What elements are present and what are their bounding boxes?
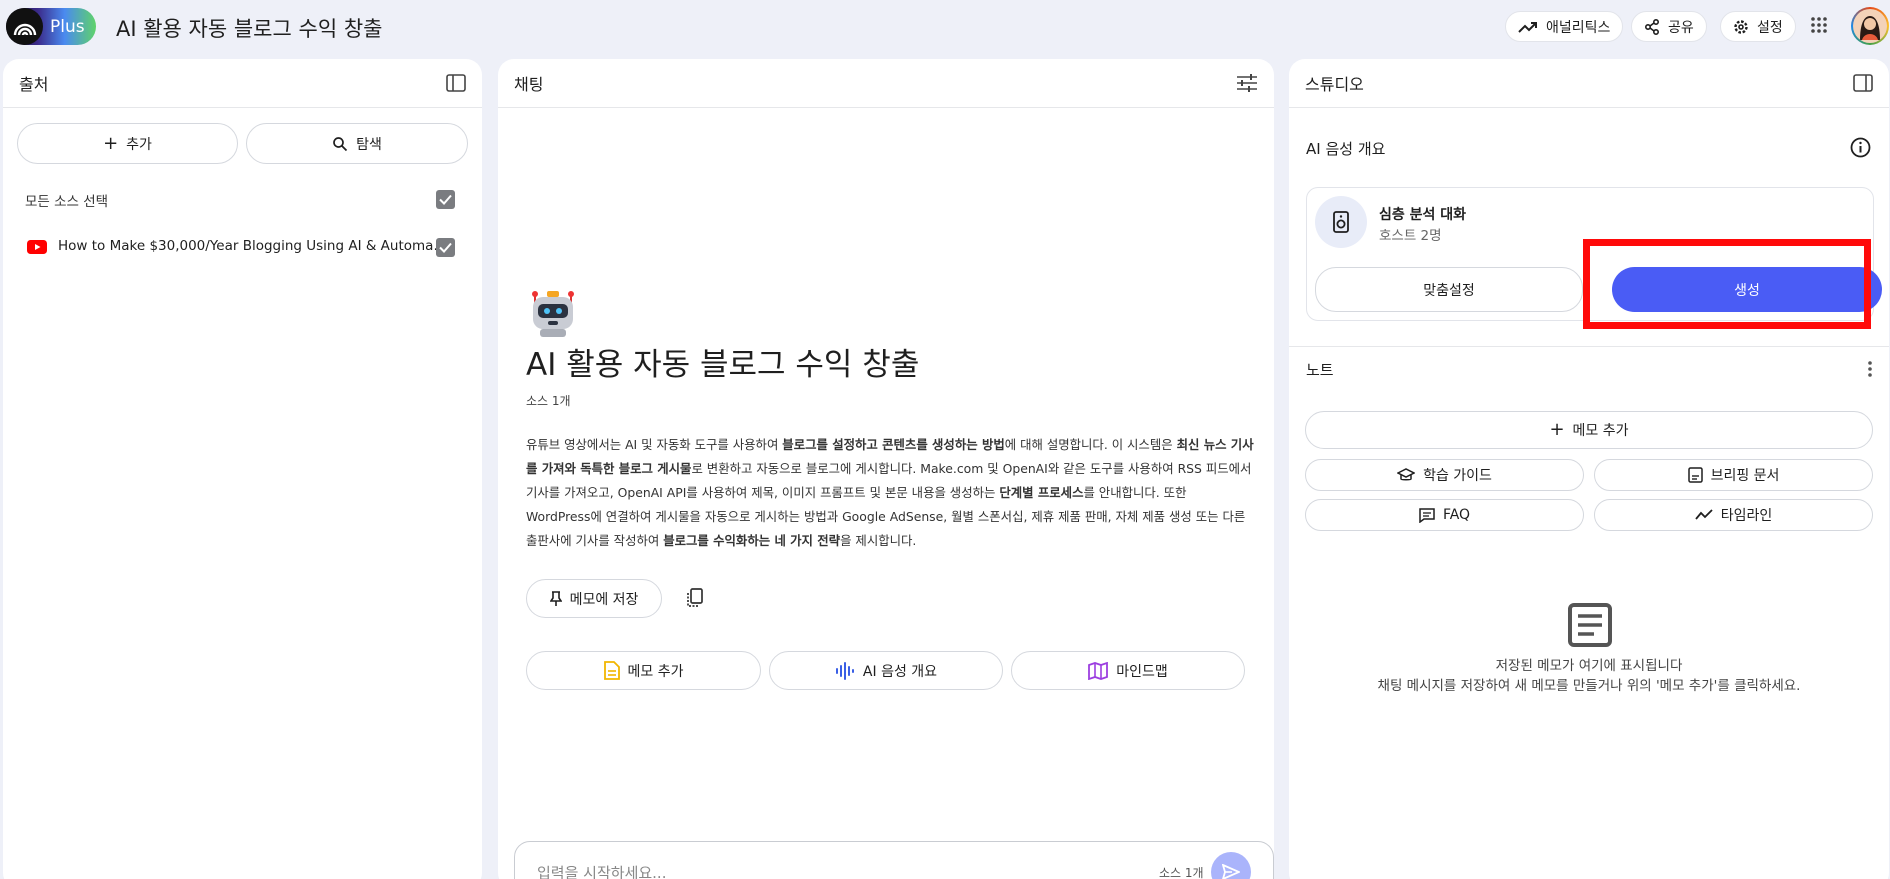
trending-up-icon	[1518, 20, 1538, 34]
save-to-note-button[interactable]: 메모에 저장	[526, 579, 662, 618]
faq-label: FAQ	[1442, 507, 1471, 523]
notebook-summary: 유튜브 영상에서는 AI 및 자동화 도구를 사용하여 블로그를 설정하고 콘텐…	[526, 433, 1254, 553]
add-memo-button[interactable]: + 메모 추가	[1305, 411, 1873, 449]
add-source-button[interactable]: + 추가	[17, 123, 238, 164]
collapse-panel-icon[interactable]	[1853, 74, 1873, 92]
card-subtitle: 호스트 2명	[1379, 228, 1442, 244]
study-guide-label: 학습 가이드	[1423, 468, 1492, 484]
sources-panel: 출처 + 추가 탐색 모든 소스 선택 How to Make $30,000/…	[3, 59, 482, 879]
plus-icon: +	[1549, 419, 1565, 440]
document-plus-icon	[1687, 467, 1703, 483]
audio-wave-icon	[835, 661, 855, 680]
user-avatar[interactable]	[1851, 7, 1889, 45]
notebook-logo-icon	[6, 8, 43, 45]
youtube-icon	[27, 240, 47, 254]
notebook-title[interactable]: AI 활용 자동 블로그 수익 창출	[116, 13, 382, 43]
chat-input[interactable]: 입력을 시작하세요...	[537, 862, 666, 879]
speaker-icon	[1315, 196, 1367, 248]
gear-icon	[1733, 19, 1749, 35]
customize-button[interactable]: 맞춤설정	[1315, 267, 1583, 312]
chat-panel: 채팅 AI 활용 자동 블로그 수익 창출 소스 1개 유튜브 영상에서는 AI…	[498, 59, 1274, 879]
plus-icon: +	[103, 132, 119, 154]
apps-grid-icon[interactable]	[1810, 16, 1828, 34]
sources-title: 출처	[19, 75, 49, 94]
pin-icon	[549, 590, 562, 607]
notes-title: 노트	[1306, 361, 1334, 379]
section-divider	[1289, 346, 1889, 347]
add-note-label: 메모 추가	[627, 663, 684, 680]
settings-button[interactable]: 설정	[1720, 11, 1796, 42]
notebook-heading: AI 활용 자동 블로그 수익 창출	[526, 347, 920, 383]
briefing-doc-button[interactable]: 브리핑 문서	[1594, 459, 1873, 491]
explore-button[interactable]: 탐색	[246, 123, 468, 164]
save-to-note-label: 메모에 저장	[569, 591, 639, 608]
source-title: How to Make $30,000/Year Blogging Using …	[58, 238, 447, 254]
graduation-cap-icon	[1397, 468, 1416, 482]
share-button[interactable]: 공유	[1631, 11, 1707, 42]
search-sparkle-icon	[332, 136, 348, 152]
copy-icon[interactable]	[686, 588, 704, 608]
audio-overview-label: AI 음성 개요	[862, 663, 938, 680]
mindmap-button[interactable]: 마인드맵	[1011, 651, 1245, 690]
avatar-image	[1853, 9, 1887, 43]
chat-title: 채팅	[514, 75, 544, 94]
input-source-count: 소스 1개	[1159, 866, 1204, 879]
explore-label: 탐색	[356, 136, 382, 153]
analytics-label: 애널리틱스	[1546, 19, 1611, 36]
select-all-label: 모든 소스 선택	[25, 194, 109, 210]
briefing-doc-label: 브리핑 문서	[1710, 468, 1780, 484]
chat-header: 채팅	[498, 59, 1274, 108]
settings-label: 설정	[1757, 19, 1783, 36]
send-button[interactable]	[1211, 852, 1251, 879]
timeline-button[interactable]: 타임라인	[1594, 499, 1873, 531]
sources-header: 출처	[3, 59, 482, 108]
add-note-button[interactable]: 메모 추가	[526, 651, 761, 690]
card-title: 심층 분석 대화	[1379, 207, 1467, 223]
summary-text: 을 제시합니다.	[840, 533, 917, 548]
map-icon	[1088, 661, 1109, 680]
add-memo-label: 메모 추가	[1572, 423, 1629, 439]
audio-overview-title: AI 음성 개요	[1306, 140, 1386, 158]
robot-emoji-icon	[526, 287, 580, 339]
share-label: 공유	[1668, 19, 1694, 36]
summary-text: 유튜브 영상에서는 AI 및 자동화 도구를 사용하여	[526, 437, 783, 452]
study-guide-button[interactable]: 학습 가이드	[1305, 459, 1584, 491]
summary-highlight: 단계별 프로세스	[999, 485, 1084, 500]
plus-badge: Plus	[50, 16, 85, 37]
info-icon[interactable]	[1850, 137, 1871, 158]
empty-notes-description: 채팅 메시지를 저장하여 새 메모를 만들거나 위의 '메모 추가'를 클릭하세…	[1377, 678, 1801, 694]
more-vert-icon[interactable]	[1867, 360, 1873, 378]
tune-settings-icon[interactable]	[1236, 74, 1258, 92]
send-icon	[1222, 864, 1240, 879]
analytics-button[interactable]: 애널리틱스	[1505, 11, 1624, 42]
select-all-checkbox[interactable]	[436, 190, 455, 209]
studio-header: 스튜디오	[1289, 59, 1889, 108]
chat-input-box[interactable]: 입력을 시작하세요... 소스 1개	[514, 841, 1274, 879]
note-document-icon	[603, 661, 620, 680]
mindmap-label: 마인드맵	[1116, 663, 1168, 680]
studio-title: 스튜디오	[1305, 75, 1364, 94]
share-icon	[1644, 18, 1660, 35]
audio-overview-button[interactable]: AI 음성 개요	[769, 651, 1003, 690]
empty-notes-title: 저장된 메모가 여기에 표시됩니다	[1495, 658, 1683, 674]
timeline-icon	[1695, 509, 1713, 521]
app-logo[interactable]: Plus	[6, 8, 96, 45]
summary-text: 에 대해 설명합니다. 이 시스템은	[1004, 437, 1177, 452]
faq-button[interactable]: FAQ	[1305, 499, 1584, 531]
source-count: 소스 1개	[526, 394, 571, 408]
add-source-label: 추가	[126, 136, 152, 153]
studio-panel: 스튜디오 AI 음성 개요 심층 분석 대화 호스트 2명 맞춤설정 생성 노트…	[1289, 59, 1889, 879]
timeline-label: 타임라인	[1720, 508, 1773, 524]
highlight-box	[1583, 239, 1871, 329]
empty-notes-icon	[1568, 603, 1612, 647]
source-checkbox[interactable]	[436, 238, 455, 257]
chat-bubble-icon	[1419, 507, 1435, 523]
summary-highlight: 블로그를 설정하고 콘텐츠를 생성하는 방법	[782, 437, 1005, 452]
summary-highlight: 블로그를 수익화하는 네 가지 전략	[663, 533, 841, 548]
collapse-panel-icon[interactable]	[446, 74, 466, 92]
